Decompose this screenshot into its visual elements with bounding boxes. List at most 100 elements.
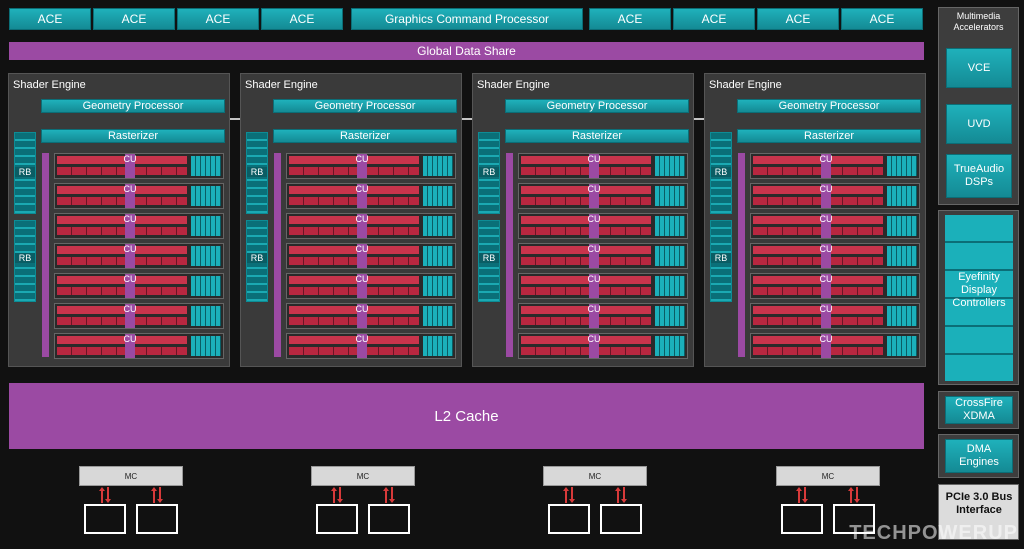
cu-label: CU (819, 304, 833, 314)
compute-unit: CU (286, 153, 456, 179)
cu-label: CU (355, 214, 369, 224)
cu-label: CU (355, 304, 369, 314)
compute-unit: CU (518, 213, 688, 239)
compute-unit: CU (750, 333, 920, 359)
cu-label: CU (123, 334, 137, 344)
shader-engine-1: Shader Engine Geometry Processor Rasterize… (8, 73, 230, 367)
cu-simd-bottom (753, 167, 883, 175)
cu-cache (887, 306, 917, 326)
cu-simd-bottom (521, 197, 651, 205)
shader-engine-title: Shader Engine (245, 79, 318, 91)
cu-simd-bottom (753, 347, 883, 355)
compute-unit: CU (286, 273, 456, 299)
compute-unit: CU (518, 243, 688, 269)
memory-arrow-icon (99, 487, 111, 503)
cu-simd-bottom (57, 197, 187, 205)
cu-label: CU (587, 214, 601, 224)
compute-unit: CU (518, 153, 688, 179)
l2-cache: L2 Cache (9, 383, 924, 449)
cu-label: CU (587, 154, 601, 164)
render-backend-1: RB (246, 132, 268, 214)
render-backend-2: RB (478, 220, 500, 302)
multimedia-title: Multimedia Accelerators (953, 11, 1004, 32)
cu-cache (887, 216, 917, 236)
render-backend-2: RB (710, 220, 732, 302)
cu-simd-bottom (521, 347, 651, 355)
compute-unit: CU (750, 153, 920, 179)
compute-unit: CU (750, 243, 920, 269)
dma-engines: DMA Engines (945, 439, 1013, 473)
cu-simd-bottom (289, 257, 419, 265)
cu-cache (655, 216, 685, 236)
shader-engine-title: Shader Engine (709, 79, 782, 91)
rasterizer: Rasterizer (505, 129, 689, 143)
cu-cache (423, 306, 453, 326)
cu-label: CU (819, 244, 833, 254)
multimedia-panel: Multimedia Accelerators VCE UVD TrueAudi… (938, 7, 1019, 205)
compute-unit: CU (286, 243, 456, 269)
cu-simd-bottom (521, 317, 651, 325)
memory-chip (316, 504, 358, 534)
rasterizer: Rasterizer (41, 129, 225, 143)
cu-cache (423, 216, 453, 236)
cu-cache (191, 156, 221, 176)
cu-cache (191, 186, 221, 206)
cu-label: CU (819, 274, 833, 284)
shader-engine-title: Shader Engine (477, 79, 550, 91)
cu-simd-bottom (521, 227, 651, 235)
cu-cache (655, 306, 685, 326)
cu-cache (655, 186, 685, 206)
cu-label: CU (123, 154, 137, 164)
cu-label: CU (123, 214, 137, 224)
cu-cache (655, 246, 685, 266)
render-backend-1: RB (710, 132, 732, 214)
compute-unit: CU (54, 153, 224, 179)
cu-cache (423, 246, 453, 266)
cu-cache (887, 246, 917, 266)
cu-simd-bottom (57, 227, 187, 235)
watermark-logo: TECHPOWERUP (849, 522, 1018, 544)
memory-controller-4: MC (776, 466, 880, 486)
cu-cache (191, 216, 221, 236)
compute-unit: CU (286, 303, 456, 329)
compute-unit: CU (750, 303, 920, 329)
cu-simd-bottom (521, 167, 651, 175)
rb-label: RB (247, 253, 267, 263)
memory-chip (548, 504, 590, 534)
cu-simd-bottom (57, 347, 187, 355)
geometry-processor: Geometry Processor (505, 99, 689, 113)
cu-cache (423, 276, 453, 296)
uvd-block: UVD (946, 104, 1012, 144)
crossfire-xdma: CrossFire XDMA (945, 396, 1013, 424)
cu-label: CU (123, 304, 137, 314)
rb-label: RB (15, 253, 35, 263)
rasterizer: Rasterizer (273, 129, 457, 143)
crossfire-panel: CrossFire XDMA (938, 391, 1019, 429)
cu-cache (887, 336, 917, 356)
rb-label: RB (479, 253, 499, 263)
memory-chip (781, 504, 823, 534)
cu-simd-bottom (57, 317, 187, 325)
compute-unit: CU (286, 333, 456, 359)
cu-simd-bottom (753, 317, 883, 325)
shader-engine-2: Shader Engine Geometry Processor Rasterize… (240, 73, 462, 367)
rb-label: RB (711, 167, 731, 177)
compute-unit: CU (518, 333, 688, 359)
cu-simd-bottom (521, 257, 651, 265)
geometry-processor: Geometry Processor (273, 99, 457, 113)
cu-simd-bottom (289, 287, 419, 295)
cu-label: CU (587, 304, 601, 314)
compute-unit: CU (54, 333, 224, 359)
eyefinity-label: Eyefinity Display Controllers (952, 271, 1006, 309)
cu-cache (423, 186, 453, 206)
dma-panel: DMA Engines (938, 434, 1019, 478)
cu-simd-bottom (753, 287, 883, 295)
compute-unit: CU (54, 303, 224, 329)
cu-cache (887, 276, 917, 296)
cu-label: CU (819, 154, 833, 164)
cu-label: CU (123, 244, 137, 254)
cu-simd-bottom (289, 227, 419, 235)
compute-unit: CU (750, 183, 920, 209)
rb-label: RB (247, 167, 267, 177)
cu-simd-bottom (521, 287, 651, 295)
